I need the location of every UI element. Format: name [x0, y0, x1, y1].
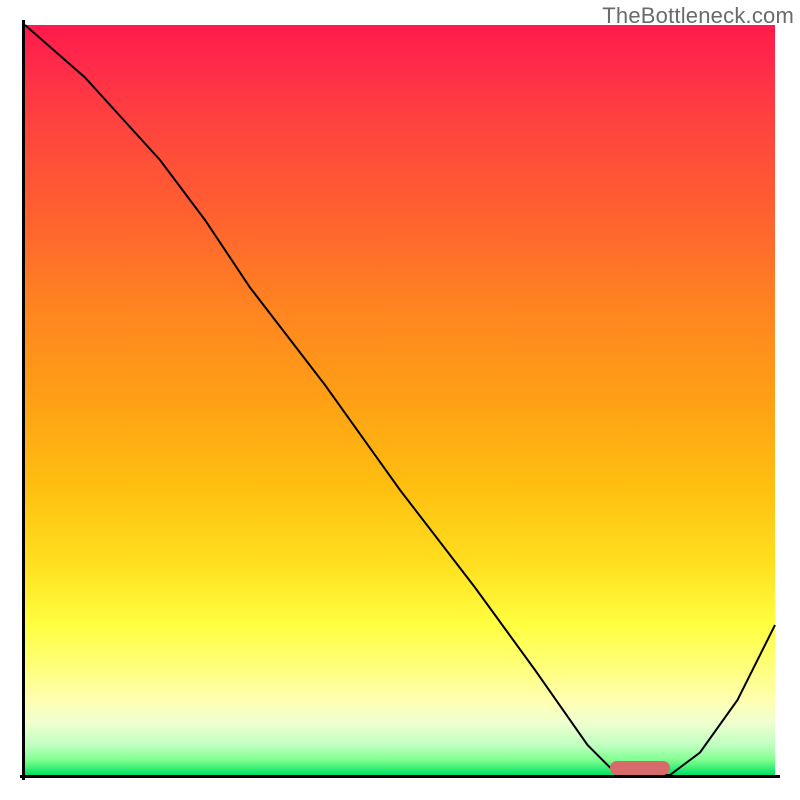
bottleneck-curve: [25, 25, 775, 775]
optimal-range-marker: [610, 761, 670, 775]
